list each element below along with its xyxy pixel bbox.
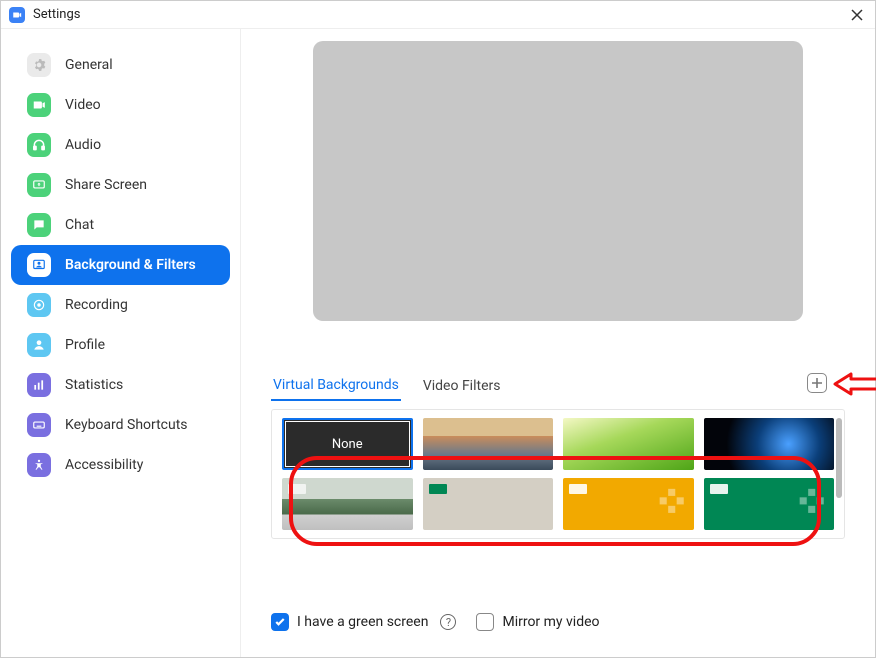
tabs-row: Virtual Backgrounds Video Filters <box>271 371 845 401</box>
mirror-video-label: Mirror my video <box>502 614 599 630</box>
background-thumb-bridge[interactable] <box>423 418 554 470</box>
zoom-app-icon <box>9 7 25 23</box>
add-background-button[interactable] <box>807 373 827 393</box>
sidebar-item-recording[interactable]: Recording <box>11 285 230 325</box>
background-thumb-tan[interactable] <box>423 478 554 530</box>
sidebar-item-label: Chat <box>65 217 94 233</box>
sidebar-item-label: General <box>65 57 113 73</box>
sidebar-item-background-filters[interactable]: Background & Filters <box>11 245 230 285</box>
sidebar-item-label: Share Screen <box>65 177 147 193</box>
green-screen-checkbox[interactable] <box>271 613 289 631</box>
sidebar-item-video[interactable]: Video <box>11 85 230 125</box>
sidebar-item-accessibility[interactable]: Accessibility <box>11 445 230 485</box>
window-title: Settings <box>33 7 847 22</box>
video-preview <box>313 41 803 321</box>
main-panel: Virtual Backgrounds Video Filters None <box>241 29 875 657</box>
backgrounds-scrollbar[interactable] <box>836 418 842 498</box>
sidebar-item-label: Statistics <box>65 377 123 393</box>
chat-icon <box>27 213 51 237</box>
thumb-none-label: None <box>332 437 363 452</box>
background-filters-icon <box>27 253 51 277</box>
accessibility-icon <box>27 453 51 477</box>
background-thumb-earth[interactable] <box>704 418 835 470</box>
video-icon <box>27 93 51 117</box>
gear-icon <box>27 53 51 77</box>
background-thumb-orange[interactable] <box>563 478 694 530</box>
sidebar-item-label: Profile <box>65 337 105 353</box>
share-screen-icon <box>27 173 51 197</box>
green-screen-label: I have a green screen <box>297 614 428 630</box>
sidebar-item-label: Recording <box>65 297 128 313</box>
sidebar-item-chat[interactable]: Chat <box>11 205 230 245</box>
titlebar: Settings <box>1 1 875 29</box>
sidebar-item-audio[interactable]: Audio <box>11 125 230 165</box>
recording-icon <box>27 293 51 317</box>
sidebar-item-label: Accessibility <box>65 457 143 473</box>
statistics-icon <box>27 373 51 397</box>
sidebar-item-label: Keyboard Shortcuts <box>65 417 188 433</box>
sidebar-item-label: Video <box>65 97 101 113</box>
sidebar-item-share-screen[interactable]: Share Screen <box>11 165 230 205</box>
sidebar-item-general[interactable]: General <box>11 45 230 85</box>
profile-icon <box>27 333 51 357</box>
keyboard-icon <box>27 413 51 437</box>
background-thumb-campus[interactable] <box>282 478 413 530</box>
help-icon[interactable]: ? <box>440 614 456 630</box>
sidebar-item-keyboard-shortcuts[interactable]: Keyboard Shortcuts <box>11 405 230 445</box>
sidebar-item-profile[interactable]: Profile <box>11 325 230 365</box>
tab-video-filters[interactable]: Video Filters <box>421 372 503 400</box>
backgrounds-grid: None <box>271 409 845 539</box>
sidebar-item-statistics[interactable]: Statistics <box>11 365 230 405</box>
mirror-video-checkbox[interactable] <box>476 613 494 631</box>
background-thumb-none[interactable]: None <box>282 418 413 470</box>
sidebar: General Video Audio Share Screen Chat <box>1 29 241 657</box>
close-button[interactable] <box>847 5 867 25</box>
headphones-icon <box>27 133 51 157</box>
background-thumb-grass[interactable] <box>563 418 694 470</box>
sidebar-item-label: Background & Filters <box>65 257 196 273</box>
sidebar-item-label: Audio <box>65 137 101 153</box>
footer-options: I have a green screen ? Mirror my video <box>271 613 845 631</box>
background-thumb-green[interactable] <box>704 478 835 530</box>
tab-virtual-backgrounds[interactable]: Virtual Backgrounds <box>271 371 401 401</box>
